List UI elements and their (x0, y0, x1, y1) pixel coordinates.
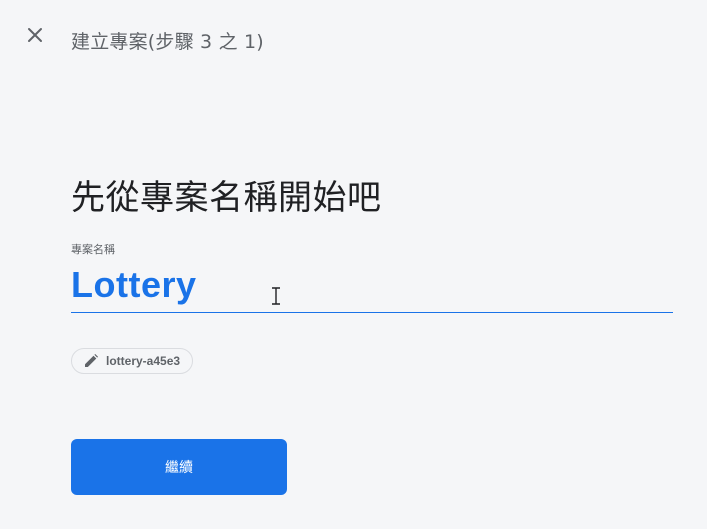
project-id-chip[interactable]: lottery-a45e3 (71, 348, 194, 374)
close-button[interactable] (22, 22, 48, 48)
header-title: 建立專案(步驟 3 之 1) (71, 31, 264, 53)
project-name-input[interactable] (71, 260, 673, 313)
create-project-page: 建立專案(步驟 3 之 1) 先從專案名稱開始吧 專案名稱 lottery-a4… (0, 0, 707, 529)
continue-button[interactable]: 繼續 (71, 439, 287, 495)
pencil-icon (84, 353, 100, 369)
project-id-text: lottery-a45e3 (106, 354, 181, 368)
page-heading: 先從專案名稱開始吧 (71, 178, 382, 218)
text-cursor-icon (272, 287, 280, 305)
project-name-label: 專案名稱 (71, 243, 115, 256)
close-icon (28, 28, 42, 42)
